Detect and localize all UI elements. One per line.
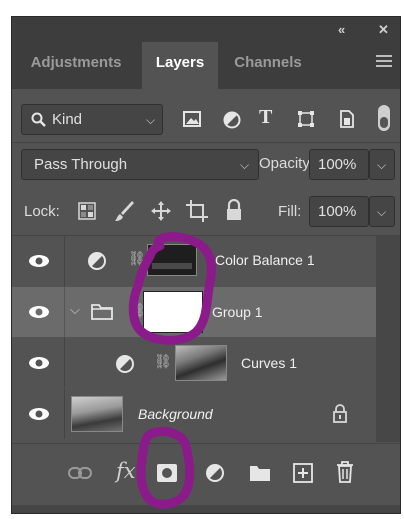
- annotation-circle-mask-thumbnail: [128, 232, 216, 345]
- annotation-overlay: [128, 232, 216, 509]
- annotation-circle-mask-button: [136, 426, 195, 509]
